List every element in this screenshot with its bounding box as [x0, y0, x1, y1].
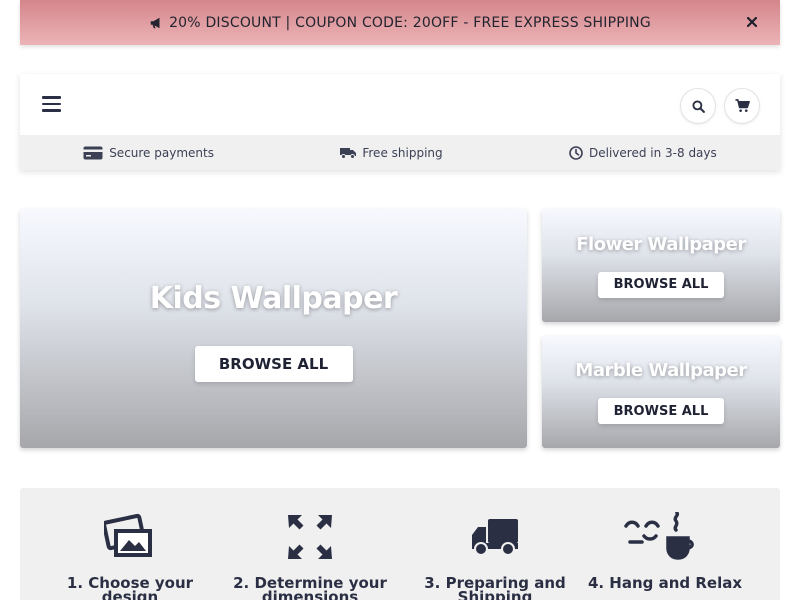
step-choose-design: 1. Choose your design [35, 488, 225, 600]
step-label: 1. Choose your design [66, 574, 194, 600]
credit-card-icon [83, 146, 103, 159]
browse-all-button[interactable]: BROWSE ALL [598, 271, 724, 298]
expand-arrows-icon [287, 512, 333, 562]
usp-label: Free shipping [362, 145, 443, 160]
header-topbar [20, 74, 780, 135]
cart-icon [735, 99, 750, 112]
usp-delivery-time: Delivered in 3-8 days [569, 146, 717, 160]
cart-button[interactable] [724, 88, 760, 124]
announcement-text: 20% DISCOUNT | COUPON CODE: 20OFF - FREE… [169, 14, 651, 31]
step-preparing-shipping: 3. Preparing and Shipping [400, 488, 590, 600]
step-determine-dimensions: 2. Determine your dimensions [215, 488, 405, 600]
clock-icon [569, 145, 583, 160]
usp-label: Secure payments [109, 145, 214, 160]
how-it-works-steps: 1. Choose your design 2. Determine your … [20, 488, 780, 600]
banner-flower-wallpaper[interactable]: Flower Wallpaper BROWSE ALL [542, 209, 780, 322]
truck-icon [470, 512, 520, 562]
search-button[interactable] [680, 88, 716, 124]
banner-title: Flower Wallpaper [576, 233, 746, 255]
browse-all-button[interactable]: BROWSE ALL [598, 398, 724, 424]
step-label: 2. Determine your dimensions [233, 574, 387, 600]
close-icon[interactable] [744, 14, 760, 30]
search-icon [691, 99, 705, 113]
step-label: 4. Hang and Relax [587, 574, 743, 592]
banner-kids-wallpaper[interactable]: Kids Wallpaper BROWSE ALL [20, 209, 527, 448]
announcement-bar: 20% DISCOUNT | COUPON CODE: 20OFF - FREE… [20, 0, 780, 45]
usp-label: Delivered in 3-8 days [589, 145, 717, 160]
images-icon [104, 512, 156, 562]
usp-free-shipping: Free shipping [340, 145, 443, 160]
truck-icon [340, 147, 357, 159]
usp-bar: Secure payments Free shipping Delivered … [20, 135, 780, 170]
site-header: Secure payments Free shipping Delivered … [20, 74, 780, 170]
relax-coffee-icon [624, 512, 706, 562]
banner-marble-wallpaper[interactable]: Marble Wallpaper BROWSE ALL [542, 336, 780, 448]
step-hang-relax: 4. Hang and Relax [570, 488, 760, 600]
usp-secure-payments: Secure payments [83, 146, 214, 160]
banner-title: Marble Wallpaper [575, 360, 747, 381]
step-label: 3. Preparing and Shipping [424, 574, 566, 600]
megaphone-icon [149, 16, 163, 30]
browse-all-button[interactable]: BROWSE ALL [194, 346, 353, 382]
hamburger-menu-icon[interactable] [42, 94, 64, 114]
banner-title: Kids Wallpaper [149, 281, 398, 316]
